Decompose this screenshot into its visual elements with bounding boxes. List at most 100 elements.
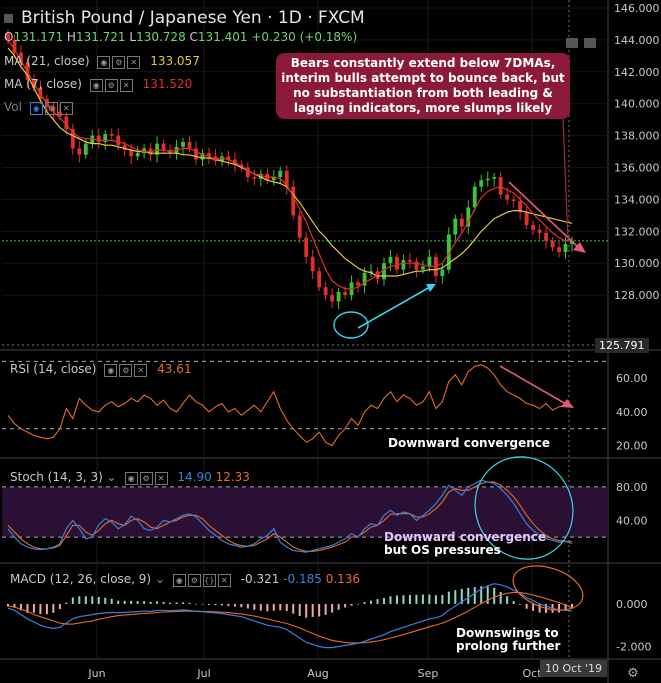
macd-histogram-bar xyxy=(195,603,197,605)
candle-body xyxy=(395,256,399,270)
macd-histogram-bar xyxy=(305,603,308,618)
stoch-tick-label: 40.00 xyxy=(616,514,648,527)
candle-body xyxy=(479,180,484,187)
macd-histogram-bar xyxy=(395,595,398,604)
price-tick-label: 128.000 xyxy=(614,289,660,302)
symbol-title[interactable]: British Pound / Japanese Yen · 1D · FXCM xyxy=(4,8,365,28)
gear-icon[interactable]: ⚙ xyxy=(139,471,153,485)
macd-histogram-bar xyxy=(532,603,535,611)
macd-histogram-bar xyxy=(175,602,178,604)
stoch-buttons[interactable]: ◉ ⚙ ✕ xyxy=(124,471,170,485)
stoch-d-value: 12.33 xyxy=(215,470,250,484)
macd-histogram-bar xyxy=(169,602,172,604)
candle-body xyxy=(420,266,425,270)
analysis-callout: Bears constantly extend below 7DMAs, int… xyxy=(276,53,570,119)
eye-icon[interactable]: ◉ xyxy=(89,78,103,92)
rsi-legend[interactable]: RSI (14, close) ◉ ⚙ ✕ 43.61 xyxy=(10,362,192,377)
candle-body xyxy=(388,256,393,264)
macd-histogram-bar xyxy=(71,597,74,604)
eye-icon[interactable]: ◉ xyxy=(29,101,43,115)
gear-icon[interactable]: ⚙ xyxy=(112,55,126,69)
rsi-annotation: Downward convergence xyxy=(388,436,551,450)
stoch-k-value: 14.90 xyxy=(177,470,212,484)
crosshair-price-label: 125.791 xyxy=(595,338,649,353)
gear-icon[interactable]: ⚙ xyxy=(44,101,58,115)
macd-histogram-bar xyxy=(110,598,113,604)
candle-body xyxy=(252,177,257,179)
gear-icon[interactable]: ⚙ xyxy=(104,78,118,92)
candle-body xyxy=(511,199,516,202)
macd-histogram-bar xyxy=(246,603,249,609)
vol-buttons[interactable]: ◉ ⚙ ✕ xyxy=(29,101,75,115)
candle-body xyxy=(336,291,341,302)
macd-histogram-bar xyxy=(97,597,100,604)
close-icon[interactable]: ✕ xyxy=(134,363,148,377)
eye-icon[interactable]: ◉ xyxy=(97,55,111,69)
macd-tick-label: -2.000 xyxy=(616,640,651,653)
candle-body xyxy=(557,247,561,253)
macd-histogram-bar xyxy=(357,603,360,605)
close-icon[interactable]: ✕ xyxy=(127,55,141,69)
eye-icon[interactable]: ◉ xyxy=(124,471,138,485)
stoch-label: Stoch (14, 3, 3) xyxy=(10,470,103,484)
macd-histogram-bar xyxy=(344,603,347,608)
ma7-legend[interactable]: MA (7, close) ◉ ⚙ ✕ 131.520 xyxy=(4,77,192,92)
stoch-annotation-1: Downward convergence xyxy=(384,530,547,544)
macd-histogram-bar xyxy=(558,603,561,613)
macd-histogram-bar xyxy=(117,600,120,604)
macd-histogram-bar xyxy=(454,590,457,604)
macd-histogram-bar xyxy=(421,594,424,604)
symbol-title-text: British Pound / Japanese Yen · 1D · FXCM xyxy=(21,8,365,28)
candle-body xyxy=(77,148,82,155)
macd-histogram-bar xyxy=(512,601,515,604)
macd-histogram-bar xyxy=(370,600,373,604)
crosshair-date-label: 10 Oct '19 xyxy=(540,660,608,677)
price-tick-label: 142.000 xyxy=(614,66,660,79)
macd-legend[interactable]: MACD (12, 26, close, 9) ⌄ ◉ ⚙{} ✕ -0.321 -… xyxy=(10,572,360,587)
rsi-buttons[interactable]: ◉ ⚙ ✕ xyxy=(104,363,149,377)
macd-hist-value: 0.136 xyxy=(325,572,361,586)
ma7-buttons[interactable]: ◉ ⚙ ✕ xyxy=(89,78,135,92)
gear-icon[interactable]: ⚙ xyxy=(187,573,201,587)
vol-label: Vol xyxy=(4,100,22,114)
ma21-value: 133.057 xyxy=(150,54,200,68)
macd-histogram-bar xyxy=(331,603,334,613)
hide-icon xyxy=(584,38,596,48)
candle-body xyxy=(544,232,548,241)
close-icon[interactable]: ✕ xyxy=(217,573,231,587)
open-value: 131.171 xyxy=(13,30,64,44)
candle-body xyxy=(563,244,568,253)
high-label: H xyxy=(66,30,76,44)
rsi-tick-label: 20.00 xyxy=(616,440,648,453)
macd-histogram-bar xyxy=(285,603,288,612)
candle-body xyxy=(505,194,510,200)
close-icon[interactable]: ✕ xyxy=(59,101,73,115)
eye-icon[interactable]: ◉ xyxy=(172,573,186,587)
stoch-legend[interactable]: Stoch (14, 3, 3) ⌄ ◉ ⚙ ✕ 14.90 12.33 xyxy=(10,470,250,485)
macd-buttons[interactable]: ◉ ⚙{} ✕ xyxy=(172,573,233,587)
candle-body xyxy=(401,260,406,270)
ma21-legend[interactable]: MA (21, close) ◉ ⚙ ✕ 133.057 xyxy=(4,54,200,69)
ma21-buttons[interactable]: ◉ ⚙ ✕ xyxy=(97,55,142,69)
macd-histogram-bar xyxy=(408,594,411,604)
vol-legend[interactable]: Vol ◉ ⚙ ✕ xyxy=(4,100,79,115)
eye-icon[interactable]: ◉ xyxy=(104,363,118,377)
macd-histogram-bar xyxy=(447,591,450,604)
close-icon[interactable]: ✕ xyxy=(119,78,133,92)
macd-histogram-bar xyxy=(32,603,35,613)
macd-value: -0.321 xyxy=(240,572,280,586)
braces-icon[interactable]: {} xyxy=(202,573,216,587)
candle-body xyxy=(310,256,315,272)
macd-histogram-bar xyxy=(467,587,470,604)
symbol-icon xyxy=(4,13,13,23)
low-value: 130.728 xyxy=(136,30,186,44)
x-axis-month-label: Sep xyxy=(418,667,439,680)
close-icon[interactable]: ✕ xyxy=(154,471,168,485)
gear-icon[interactable]: ⚙ xyxy=(119,363,133,377)
candle-body xyxy=(116,135,121,146)
macd-histogram-bar xyxy=(441,594,444,604)
settings-gear-icon: ⚙ xyxy=(627,666,639,681)
candle-body xyxy=(472,186,477,208)
stoch-tick-label: 80.00 xyxy=(616,481,648,494)
price-tick-label: 144.000 xyxy=(614,34,660,47)
